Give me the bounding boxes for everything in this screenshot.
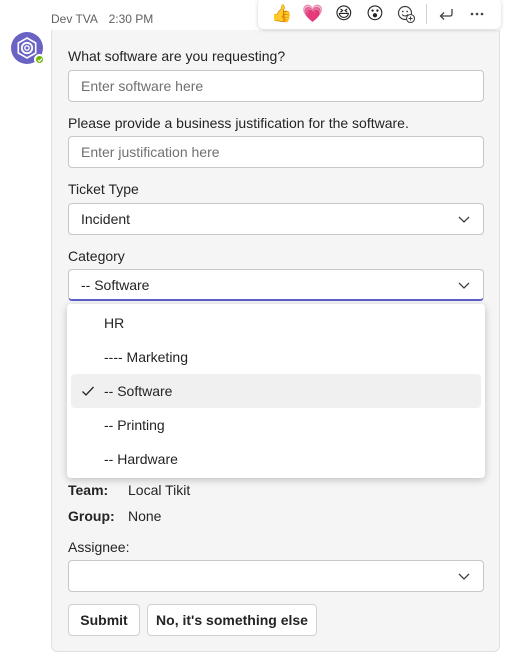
category-value: -- Software [81,276,150,293]
software-label: What software are you requesting? [68,48,286,64]
option-label: -- Hardware [104,451,178,467]
option-label: -- Printing [104,417,165,433]
group-row: Group: None [68,508,161,524]
heart-reaction-icon[interactable]: 💗 [297,0,328,28]
reply-icon[interactable] [431,0,462,28]
option-label: ---- Marketing [104,349,189,365]
justification-placeholder: Enter justification here [81,144,220,160]
software-placeholder: Enter software here [81,78,204,94]
category-option-printing[interactable]: -- Printing [71,408,481,442]
category-dropdown-list: HR ---- Marketing -- Software -- Printin… [67,304,485,478]
chevron-down-icon [458,282,470,289]
option-label: HR [104,315,125,331]
justification-label: Please provide a business justification … [68,115,409,131]
surprised-reaction-icon[interactable]: 😮 [359,0,390,28]
team-value: Local Tikit [128,482,191,498]
assignee-label: Assignee: [68,539,130,555]
group-key: Group: [68,508,115,524]
more-options-icon[interactable] [462,0,493,28]
presence-available-icon [34,54,45,65]
team-row: Team: Local Tikit [68,482,190,498]
software-input[interactable]: Enter software here [68,70,484,102]
toolbar-divider [425,3,427,24]
category-select[interactable]: -- Software [68,269,484,301]
option-label: -- Software [104,383,173,399]
submit-button[interactable]: Submit [68,604,140,636]
laugh-reaction-icon[interactable]: 😆 [328,0,359,28]
category-option-software[interactable]: -- Software [71,374,481,408]
something-else-button[interactable]: No, it's something else [147,604,317,636]
team-key: Team: [68,482,109,498]
category-label: Category [68,248,125,264]
chevron-down-icon [458,216,470,223]
reaction-bar: 👍 💗 😆 😮 [258,0,501,29]
chevron-down-icon [458,573,470,580]
category-option-marketing[interactable]: ---- Marketing [71,340,481,374]
add-reaction-icon[interactable] [391,0,422,28]
category-option-hr[interactable]: HR [71,306,481,340]
ticket-type-value: Incident [81,211,131,227]
message-header: Dev TVA 2:30 PM [51,12,153,26]
sender-name: Dev TVA [51,12,98,26]
ticket-type-label: Ticket Type [68,181,139,197]
message-time: 2:30 PM [108,12,154,26]
like-reaction-icon[interactable]: 👍 [266,0,297,28]
group-value: None [128,508,162,524]
assignee-select[interactable] [68,560,484,592]
ticket-type-select[interactable]: Incident [68,203,484,235]
category-option-hardware[interactable]: -- Hardware [71,442,481,476]
bot-avatar[interactable] [11,32,45,65]
checkmark-icon [82,386,94,396]
justification-input[interactable]: Enter justification here [68,136,484,168]
